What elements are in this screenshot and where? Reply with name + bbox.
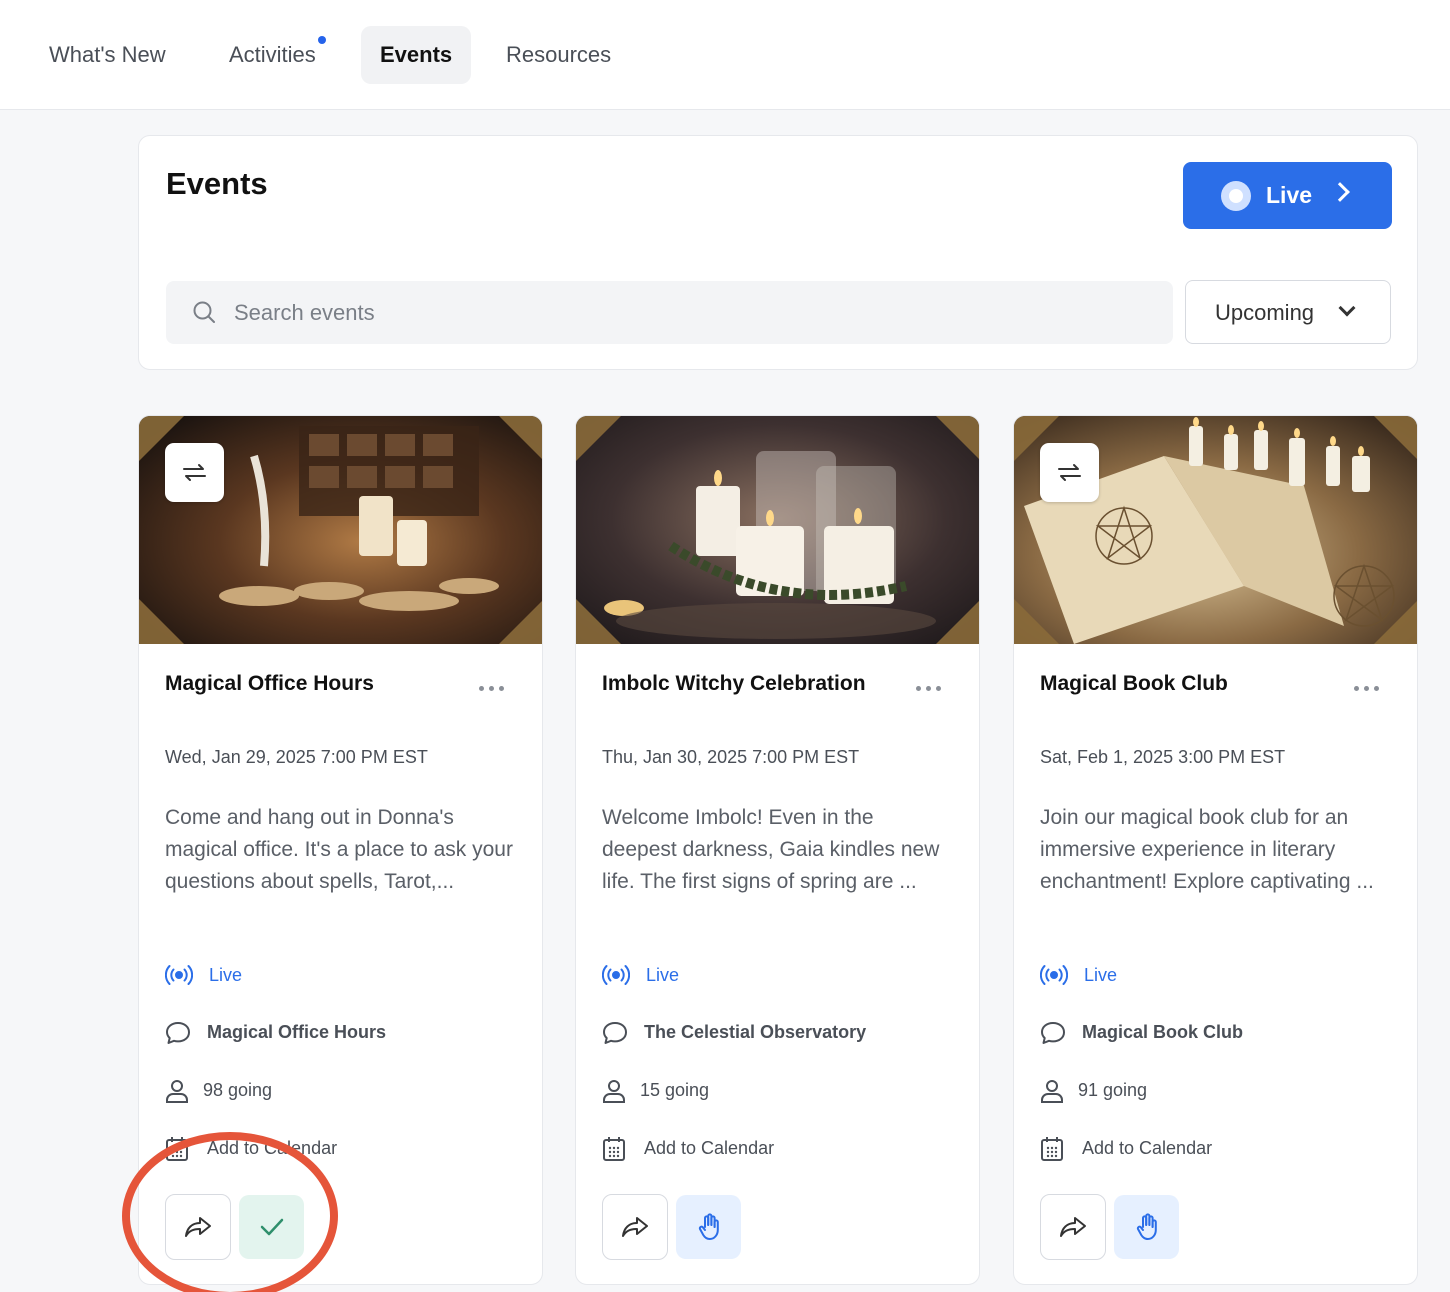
share-arrow-icon xyxy=(185,1217,211,1237)
event-description: Welcome Imbolc! Even in the deepest dark… xyxy=(602,806,940,893)
chat-bubble-icon xyxy=(166,1022,190,1044)
share-arrow-icon xyxy=(622,1217,648,1237)
tab-activities[interactable]: Activities xyxy=(210,26,337,84)
event-card[interactable]: Magical Book Club Sat, Feb 1, 2025 3:00 … xyxy=(1013,415,1418,1285)
chevron-down-icon xyxy=(1338,299,1356,317)
event-date: Sat, Feb 1, 2025 3:00 PM EST xyxy=(1040,747,1286,767)
share-button[interactable] xyxy=(602,1194,668,1260)
person-icon xyxy=(603,1080,625,1103)
event-date: Wed, Jan 29, 2025 7:00 PM EST xyxy=(165,747,428,767)
recurring-event-button[interactable] xyxy=(165,443,224,502)
more-options-icon[interactable] xyxy=(1354,678,1382,698)
chat-bubble-icon xyxy=(1041,1022,1065,1044)
event-title[interactable]: Magical Office Hours xyxy=(165,672,374,696)
events-header-card: Events Live Upcoming xyxy=(138,135,1418,370)
filter-select[interactable]: Upcoming xyxy=(1185,280,1391,344)
event-title[interactable]: Magical Book Club xyxy=(1040,672,1228,696)
repeat-icon xyxy=(1058,464,1081,481)
tab-resources[interactable]: Resources xyxy=(487,26,630,84)
calendar-icon xyxy=(166,1137,188,1161)
broadcast-icon xyxy=(165,965,193,985)
top-nav: What's New Activities Events Resources xyxy=(0,0,1450,110)
share-button[interactable] xyxy=(1040,1194,1106,1260)
tab-whats-new[interactable]: What's New xyxy=(30,26,185,84)
calendar-icon xyxy=(1041,1137,1063,1161)
search-bar xyxy=(166,281,1173,344)
rsvp-going-button[interactable] xyxy=(239,1195,304,1259)
more-options-icon[interactable] xyxy=(916,678,944,698)
search-input[interactable] xyxy=(234,281,1134,344)
check-icon xyxy=(260,1218,283,1236)
event-cover-image xyxy=(1014,416,1417,644)
raised-hand-icon xyxy=(1136,1213,1157,1240)
rsvp-button[interactable] xyxy=(676,1195,741,1259)
chevron-right-icon xyxy=(1330,182,1350,202)
event-card[interactable]: Imbolc Witchy Celebration Thu, Jan 30, 2… xyxy=(575,415,980,1285)
event-description: Come and hang out in Donna's magical off… xyxy=(165,806,513,893)
filter-select-value: Upcoming xyxy=(1215,300,1315,325)
chat-bubble-icon xyxy=(603,1022,627,1044)
rsvp-button[interactable] xyxy=(1114,1195,1179,1259)
person-icon xyxy=(166,1080,188,1103)
share-button[interactable] xyxy=(165,1194,231,1260)
page-title: Events xyxy=(166,166,268,201)
tab-activities-label: Activities xyxy=(229,42,316,67)
recurring-event-button[interactable] xyxy=(1040,443,1099,502)
broadcast-icon xyxy=(602,965,630,985)
notification-dot xyxy=(317,36,326,44)
live-button-label: Live xyxy=(1266,182,1313,208)
event-description: Join our magical book club for an immers… xyxy=(1040,806,1374,893)
event-cover-image xyxy=(139,416,542,644)
live-dot-icon xyxy=(1221,181,1251,211)
event-title[interactable]: Imbolc Witchy Celebration xyxy=(602,672,866,696)
person-icon xyxy=(1041,1080,1063,1103)
event-card[interactable]: Magical Office Hours Wed, Jan 29, 2025 7… xyxy=(138,415,543,1285)
search-icon xyxy=(193,301,215,323)
live-button[interactable]: Live xyxy=(1183,162,1392,229)
more-options-icon[interactable] xyxy=(479,678,507,698)
event-date: Thu, Jan 30, 2025 7:00 PM EST xyxy=(602,747,860,767)
share-arrow-icon xyxy=(1060,1217,1086,1237)
event-cover-image xyxy=(576,416,979,644)
calendar-icon xyxy=(603,1137,625,1161)
tab-events[interactable]: Events xyxy=(361,26,472,84)
repeat-icon xyxy=(183,464,206,481)
raised-hand-icon xyxy=(698,1213,719,1240)
broadcast-icon xyxy=(1040,965,1068,985)
